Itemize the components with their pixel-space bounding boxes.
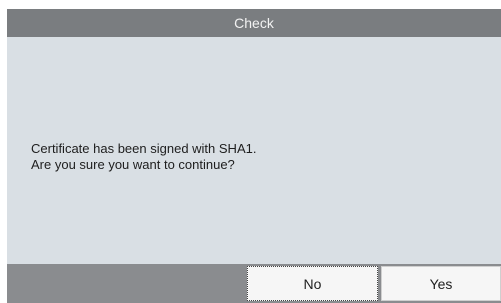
- confirm-dialog: Check Certificate has been signed with S…: [7, 9, 501, 303]
- dialog-body: Certificate has been signed with SHA1. A…: [7, 37, 501, 264]
- no-button[interactable]: No: [247, 266, 378, 301]
- dialog-title: Check: [7, 9, 501, 37]
- yes-button[interactable]: Yes: [381, 266, 501, 301]
- dialog-button-bar: No Yes: [7, 264, 501, 303]
- message-line-1: Certificate has been signed with SHA1.: [31, 141, 257, 156]
- dialog-message: Certificate has been signed with SHA1. A…: [31, 141, 256, 173]
- message-line-2: Are you sure you want to continue?: [31, 157, 235, 172]
